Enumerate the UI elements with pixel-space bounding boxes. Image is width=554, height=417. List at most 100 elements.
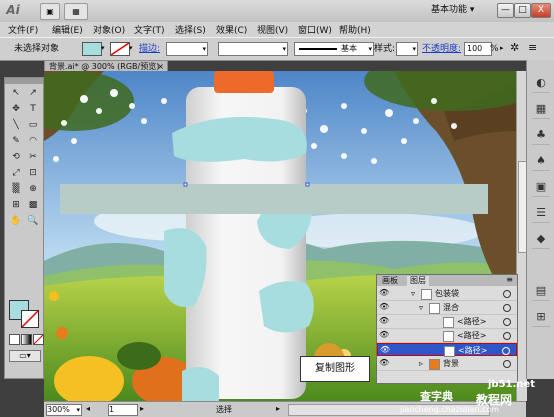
tab-layers[interactable]: 图层 [407,276,429,286]
symbols-panel-icon[interactable]: ♠ [532,152,550,171]
swatches-panel-icon[interactable]: ▦ [532,100,550,119]
mesh-tool-icon[interactable]: ⊞ [8,198,24,212]
layer-row[interactable]: 👁 ▿ 混合 [377,301,517,315]
maximize-button[interactable]: □ [514,3,531,18]
brush-stroke-preview [299,48,337,50]
brush-dropdown[interactable]: 基本 ▾ [294,42,374,56]
opacity-field[interactable]: 100 [464,42,492,56]
layer-row-selected[interactable]: 👁 <路径> [377,343,517,357]
gradient-tool-icon[interactable]: ▒ [8,182,24,196]
layer-row[interactable]: 👁 ▹ 背景 [377,357,517,371]
artboards-panel-icon[interactable]: ▤ [532,282,550,301]
expand-triangle-icon[interactable]: ▹ [419,357,423,370]
stroke-swatch[interactable] [110,42,130,56]
shape-builder-tool-icon[interactable]: ⊕ [25,182,41,196]
gradient-mode-button[interactable] [21,334,32,345]
opacity-arrow-icon[interactable]: ▸ [500,44,504,52]
menu-help-label[interactable]: 帮助(H) [339,23,371,36]
stroke-dropdown-arrow-icon[interactable]: ▾ [129,44,133,52]
appearance-panel-icon[interactable]: ◆ [532,230,550,249]
chart-tool-icon[interactable]: ▩ [25,198,41,212]
stroke-color-box[interactable] [21,310,39,328]
visibility-eye-icon[interactable]: 👁 [379,288,389,298]
color-panel-icon[interactable]: ◐ [532,74,550,93]
arrange-documents-button[interactable]: ▦ [64,3,88,20]
stroke-label[interactable]: 描边: [139,43,160,55]
menu-edit-label[interactable]: 编辑(E) [52,23,83,36]
menu-object-label[interactable]: 对象(O) [93,23,125,36]
screen-mode-button[interactable]: ▭▾ [9,350,41,362]
rotate-tool-icon[interactable]: ⟲ [8,150,24,164]
target-circle-icon[interactable] [503,304,511,312]
status-menu-icon[interactable]: ▸ [276,404,280,413]
zoom-dropdown-icon[interactable]: ▾ [76,405,80,415]
fill-dropdown-arrow-icon[interactable]: ▾ [101,44,105,52]
menu-window-label[interactable]: 窗口(W) [298,23,332,36]
blob-brush-tool-icon[interactable]: ◠ [25,134,41,148]
layers-panel-menu-icon[interactable]: ≡ [506,275,513,284]
prev-artboard-icon[interactable]: ◂ [86,404,90,413]
visibility-eye-icon[interactable]: 👁 [379,316,389,326]
visibility-eye-icon[interactable]: 👁 [379,330,389,340]
zoom-tool-icon[interactable]: 🔍 [25,214,41,228]
align-panel-icon[interactable]: ☰ [532,204,550,223]
layer-thumbnail [421,289,432,300]
menu-file-label[interactable]: 文件(F) [8,23,38,36]
expand-triangle-icon[interactable]: ▿ [419,301,423,314]
menu-type-label[interactable]: 文字(T) [134,23,165,36]
watermark-chazidian: 查字典 [420,390,453,403]
direct-selection-tool-icon[interactable]: ↗ [25,86,41,100]
minimize-button[interactable]: — [497,3,514,18]
rectangle-tool-icon[interactable]: ▭ [25,118,41,132]
tab-artboards[interactable]: 画板 [379,276,401,286]
view-mode-button[interactable]: ▣ [40,3,60,20]
layer-row[interactable]: 👁 <路径> [377,329,517,343]
menu-effect-label[interactable]: 效果(C) [216,23,247,36]
variable-width-dropdown[interactable]: ▾ [218,42,288,56]
style-dropdown[interactable]: ▾ [396,42,418,56]
expand-triangle-icon[interactable]: ▿ [411,287,415,300]
next-artboard-icon[interactable]: ▸ [140,404,144,413]
target-circle-icon[interactable] [502,347,510,355]
visibility-eye-icon[interactable]: 👁 [380,345,390,355]
brushes-panel-icon[interactable]: ♣ [532,126,550,145]
tools-panel-grip[interactable] [5,78,43,84]
selection-tool-icon[interactable]: ↖ [8,86,24,100]
target-circle-icon[interactable] [503,360,511,368]
stroke-weight-field[interactable]: ▾ [166,42,208,56]
magic-wand-tool-icon[interactable]: ✥ [8,102,24,116]
layer-row[interactable]: 👁 <路径> [377,315,517,329]
none-mode-button[interactable] [33,334,44,345]
artboard-number-field[interactable]: 1 [108,404,138,416]
document-tab[interactable]: 背景.ai* @ 300% (RGB/预览) × [44,60,168,71]
color-mode-button[interactable] [9,334,20,345]
recolor-icon[interactable]: ✲ [510,41,519,54]
layer-name: 混合 [443,303,459,312]
stroke-panel-icon[interactable]: ▣ [532,178,550,197]
visibility-eye-icon[interactable]: 👁 [379,302,389,312]
zoom-field[interactable]: 300% ▾ [46,404,82,416]
layers-panel-icon[interactable]: ⊞ [532,308,550,327]
free-transform-tool-icon[interactable]: ⊡ [25,166,41,180]
close-button[interactable]: X [531,3,551,18]
workspace-switcher[interactable]: 基本功能 ▾ [431,3,494,17]
menu-view-label[interactable]: 视图(V) [257,23,288,36]
target-circle-icon[interactable] [503,332,511,340]
target-circle-icon[interactable] [503,290,511,298]
fill-swatch[interactable] [82,42,102,56]
line-tool-icon[interactable]: ╲ [8,118,24,132]
panel-menu-icon[interactable]: ≡ [528,41,537,54]
current-tool-status: 选择 [216,405,232,414]
target-circle-icon[interactable] [503,318,511,326]
opacity-label[interactable]: 不透明度: [422,43,461,55]
visibility-eye-icon[interactable]: 👁 [379,358,389,368]
layer-row[interactable]: 👁 ▿ 包装袋 [377,287,517,301]
menu-select-label[interactable]: 选择(S) [175,23,206,36]
no-stroke-indicator-icon [21,310,39,328]
scale-tool-icon[interactable]: ⤢ [8,166,24,180]
pencil-tool-icon[interactable]: ✎ [8,134,24,148]
document-tab-title: 背景.ai* @ 300% (RGB/预览) [49,62,160,71]
scissors-tool-icon[interactable]: ✂ [25,150,41,164]
hand-tool-icon[interactable]: ✋ [8,214,24,228]
type-tool-icon[interactable]: T [25,102,41,116]
